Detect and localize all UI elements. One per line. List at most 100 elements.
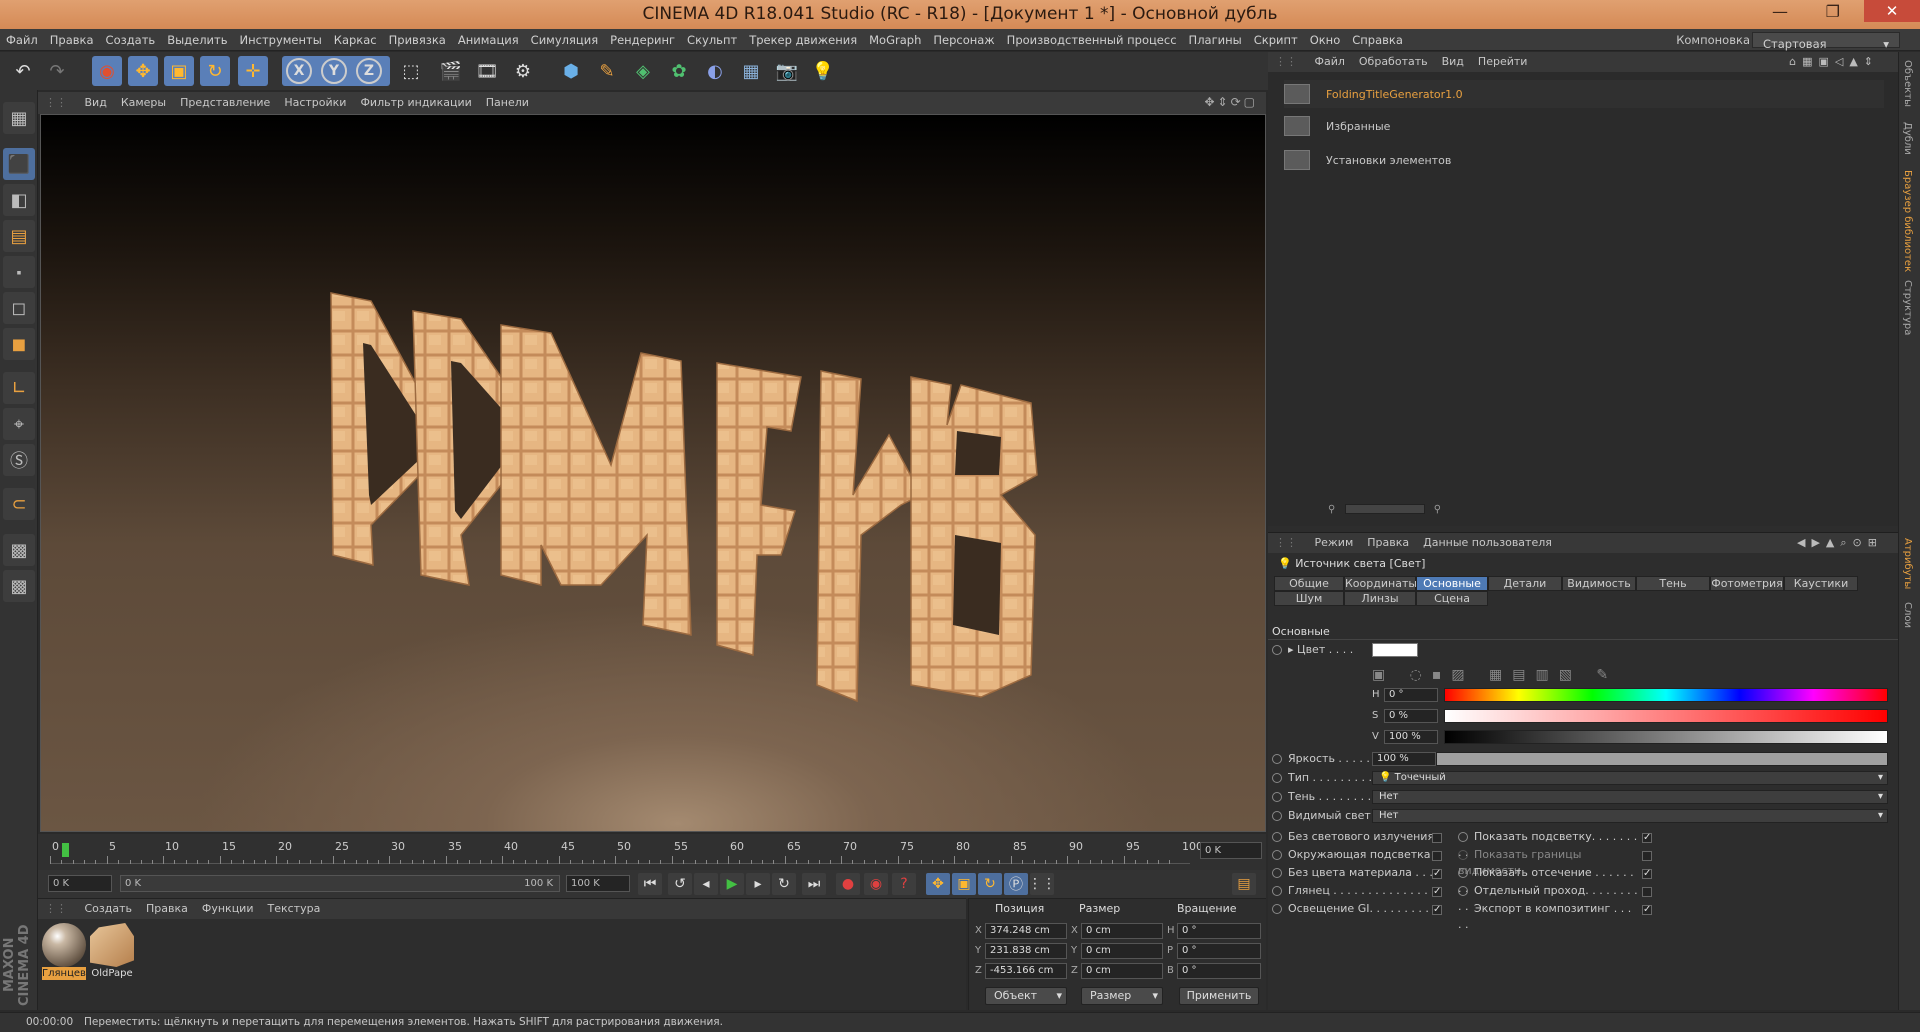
coord-mode-select[interactable]: Объект ▾ <box>985 987 1067 1005</box>
cb-menu-file[interactable]: Файл <box>1308 52 1352 72</box>
brightness-slider[interactable] <box>1436 752 1888 766</box>
key-param-icon[interactable]: Ⓟ <box>1004 873 1028 895</box>
viewport[interactable] <box>40 114 1266 832</box>
solo-icon[interactable]: Ⓢ <box>3 444 35 476</box>
workplane-grid-icon[interactable]: ▩ <box>3 534 35 566</box>
axis-mode-icon[interactable]: ∟ <box>3 372 35 404</box>
key-rotation-icon[interactable]: ↻ <box>978 873 1002 895</box>
end-frame-field[interactable]: 100 K <box>566 875 630 892</box>
animate-dot-icon[interactable] <box>1272 886 1282 896</box>
size-mode-select[interactable]: Размер ▾ <box>1081 987 1163 1005</box>
menu-help[interactable]: Справка <box>1346 29 1409 51</box>
size-y-field[interactable]: 0 cm <box>1081 943 1163 959</box>
menu-create[interactable]: Создать <box>100 29 162 51</box>
brightness-field[interactable]: 100 % <box>1372 752 1436 766</box>
timeline-window-icon[interactable]: ▤ <box>1232 873 1256 895</box>
render-view-icon[interactable]: 🎬 <box>436 56 466 86</box>
next-frame-icon[interactable]: ▸ <box>746 873 770 895</box>
cb-menu-goto[interactable]: Перейти <box>1471 52 1535 72</box>
autokey-icon[interactable]: ◉ <box>864 873 888 895</box>
tab-photometric[interactable]: Фотометрия <box>1710 576 1784 591</box>
saturation-field[interactable]: 0 % <box>1384 709 1438 723</box>
animate-dot-icon[interactable] <box>1272 832 1282 842</box>
tab-general[interactable]: Основные <box>1416 576 1488 591</box>
material-menu-edit[interactable]: Правка <box>139 899 195 919</box>
position-x-field[interactable]: 374.248 cm <box>985 923 1067 939</box>
subdivision-icon[interactable]: ◈ <box>628 56 658 86</box>
checkbox-export-compositing[interactable]: ✓ <box>1642 905 1652 915</box>
tab-caustics[interactable]: Каустики <box>1784 576 1858 591</box>
color-swatch[interactable] <box>1372 643 1418 657</box>
minimize-icon[interactable]: — <box>1772 2 1788 21</box>
attr-menu-userdata[interactable]: Данные пользователя <box>1416 533 1559 553</box>
animate-dot-icon[interactable] <box>1272 792 1282 802</box>
checkbox-separate-pass[interactable] <box>1642 887 1652 897</box>
menu-edit[interactable]: Правка <box>44 29 100 51</box>
axis-x-icon[interactable]: X <box>286 58 312 84</box>
animate-dot-icon[interactable] <box>1272 868 1282 878</box>
tab-shadow[interactable]: Тень <box>1636 576 1710 591</box>
strip-tab-structure[interactable]: Структура <box>1902 280 1913 335</box>
layout-select[interactable]: Стартовая ▾ <box>1752 32 1900 51</box>
tab-scene[interactable]: Сцена <box>1416 591 1488 606</box>
menu-mesh[interactable]: Каркас <box>328 29 383 51</box>
value-field[interactable]: 100 % <box>1384 730 1438 744</box>
visible-light-select[interactable]: Нет ▾ <box>1372 809 1888 823</box>
key-pla-icon[interactable]: ⋮⋮ <box>1028 873 1056 895</box>
viewport-menu-view[interactable]: Вид <box>78 92 114 114</box>
menu-select[interactable]: Выделить <box>161 29 233 51</box>
checkbox-no-diffuse[interactable]: ✓ <box>1432 869 1442 879</box>
viewport-menu-panel[interactable]: Панели <box>479 92 536 114</box>
axis-y-icon[interactable]: Y <box>321 58 347 84</box>
make-editable-icon[interactable]: ▦ <box>3 102 35 134</box>
timeline-playhead[interactable] <box>62 843 69 857</box>
cb-item-folding-title[interactable]: FoldingTitleGenerator1.0 <box>1284 80 1884 108</box>
record-keys-icon[interactable]: ● <box>836 873 860 895</box>
attr-menu-edit[interactable]: Правка <box>1360 533 1416 553</box>
tab-basic[interactable]: Общие <box>1274 576 1344 591</box>
goto-end-icon[interactable]: ⏭ <box>802 873 826 895</box>
position-y-field[interactable]: 231.838 cm <box>985 943 1067 959</box>
pen-icon[interactable]: ✎ <box>592 56 622 86</box>
cloner-icon[interactable]: ✿ <box>664 56 694 86</box>
menu-sculpt[interactable]: Скульпт <box>681 29 743 51</box>
checkbox-show-visible-bounds[interactable] <box>1642 851 1652 861</box>
render-settings-icon[interactable]: ⚙ <box>508 56 538 86</box>
animate-dot-icon[interactable] <box>1272 904 1282 914</box>
polygons-mode-icon[interactable]: ◼ <box>3 328 35 360</box>
color-picker-mode-icons[interactable]: ▣ ◌▪▨ ▦▤▥▧ ✎ <box>1372 667 1618 683</box>
thumbnail-size-slider[interactable]: ⚲ ⚲ <box>1328 504 1458 518</box>
menu-plugins[interactable]: Плагины <box>1183 29 1248 51</box>
checkbox-show-clipping[interactable]: ✓ <box>1642 869 1652 879</box>
scale-icon[interactable]: ▣ <box>164 56 194 86</box>
strip-tab-attributes[interactable]: Атрибуты <box>1902 538 1913 589</box>
strip-tab-takes[interactable]: Дубли <box>1902 122 1913 155</box>
material-menu-create[interactable]: Создать <box>78 899 140 919</box>
deformer-icon[interactable]: ◐ <box>700 56 730 86</box>
redo-icon[interactable]: ↷ <box>42 56 72 86</box>
menu-simulate[interactable]: Симуляция <box>525 29 604 51</box>
start-frame-field[interactable]: 0 K <box>48 875 112 892</box>
tab-coord[interactable]: Координаты <box>1344 576 1417 591</box>
checkbox-ambient[interactable] <box>1432 851 1442 861</box>
undo-icon[interactable]: ↶ <box>8 56 38 86</box>
viewport-nav-icons[interactable]: ✥⇕⟳▢ <box>1204 95 1258 109</box>
viewport-menu-cameras[interactable]: Камеры <box>114 92 173 114</box>
viewport-menu-filter[interactable]: Фильтр индикации <box>353 92 478 114</box>
menu-file[interactable]: Файл <box>0 29 44 51</box>
checkbox-gi[interactable]: ✓ <box>1432 905 1442 915</box>
floor-icon[interactable]: ▦ <box>736 56 766 86</box>
timeline[interactable]: 0 5 10 15 20 25 30 35 40 45 50 55 60 65 70 75 80 85 90 95 10… <box>38 834 1266 870</box>
animate-dot-icon[interactable] <box>1458 868 1468 878</box>
menu-render[interactable]: Рендеринг <box>604 29 681 51</box>
prev-frame-icon[interactable]: ◂ <box>694 873 718 895</box>
menu-mograph[interactable]: MoGraph <box>863 29 927 51</box>
animate-dot-icon[interactable] <box>1272 850 1282 860</box>
menu-animate[interactable]: Анимация <box>452 29 525 51</box>
goto-start-icon[interactable]: ⏮ <box>638 873 662 895</box>
snap-icon[interactable]: ⊂ <box>3 488 35 520</box>
live-select-icon[interactable]: ◉ <box>92 56 122 86</box>
light-type-select[interactable]: 💡 Точечный ▾ <box>1372 771 1888 785</box>
tab-lens[interactable]: Линзы <box>1344 591 1416 606</box>
hue-slider[interactable] <box>1444 688 1888 702</box>
